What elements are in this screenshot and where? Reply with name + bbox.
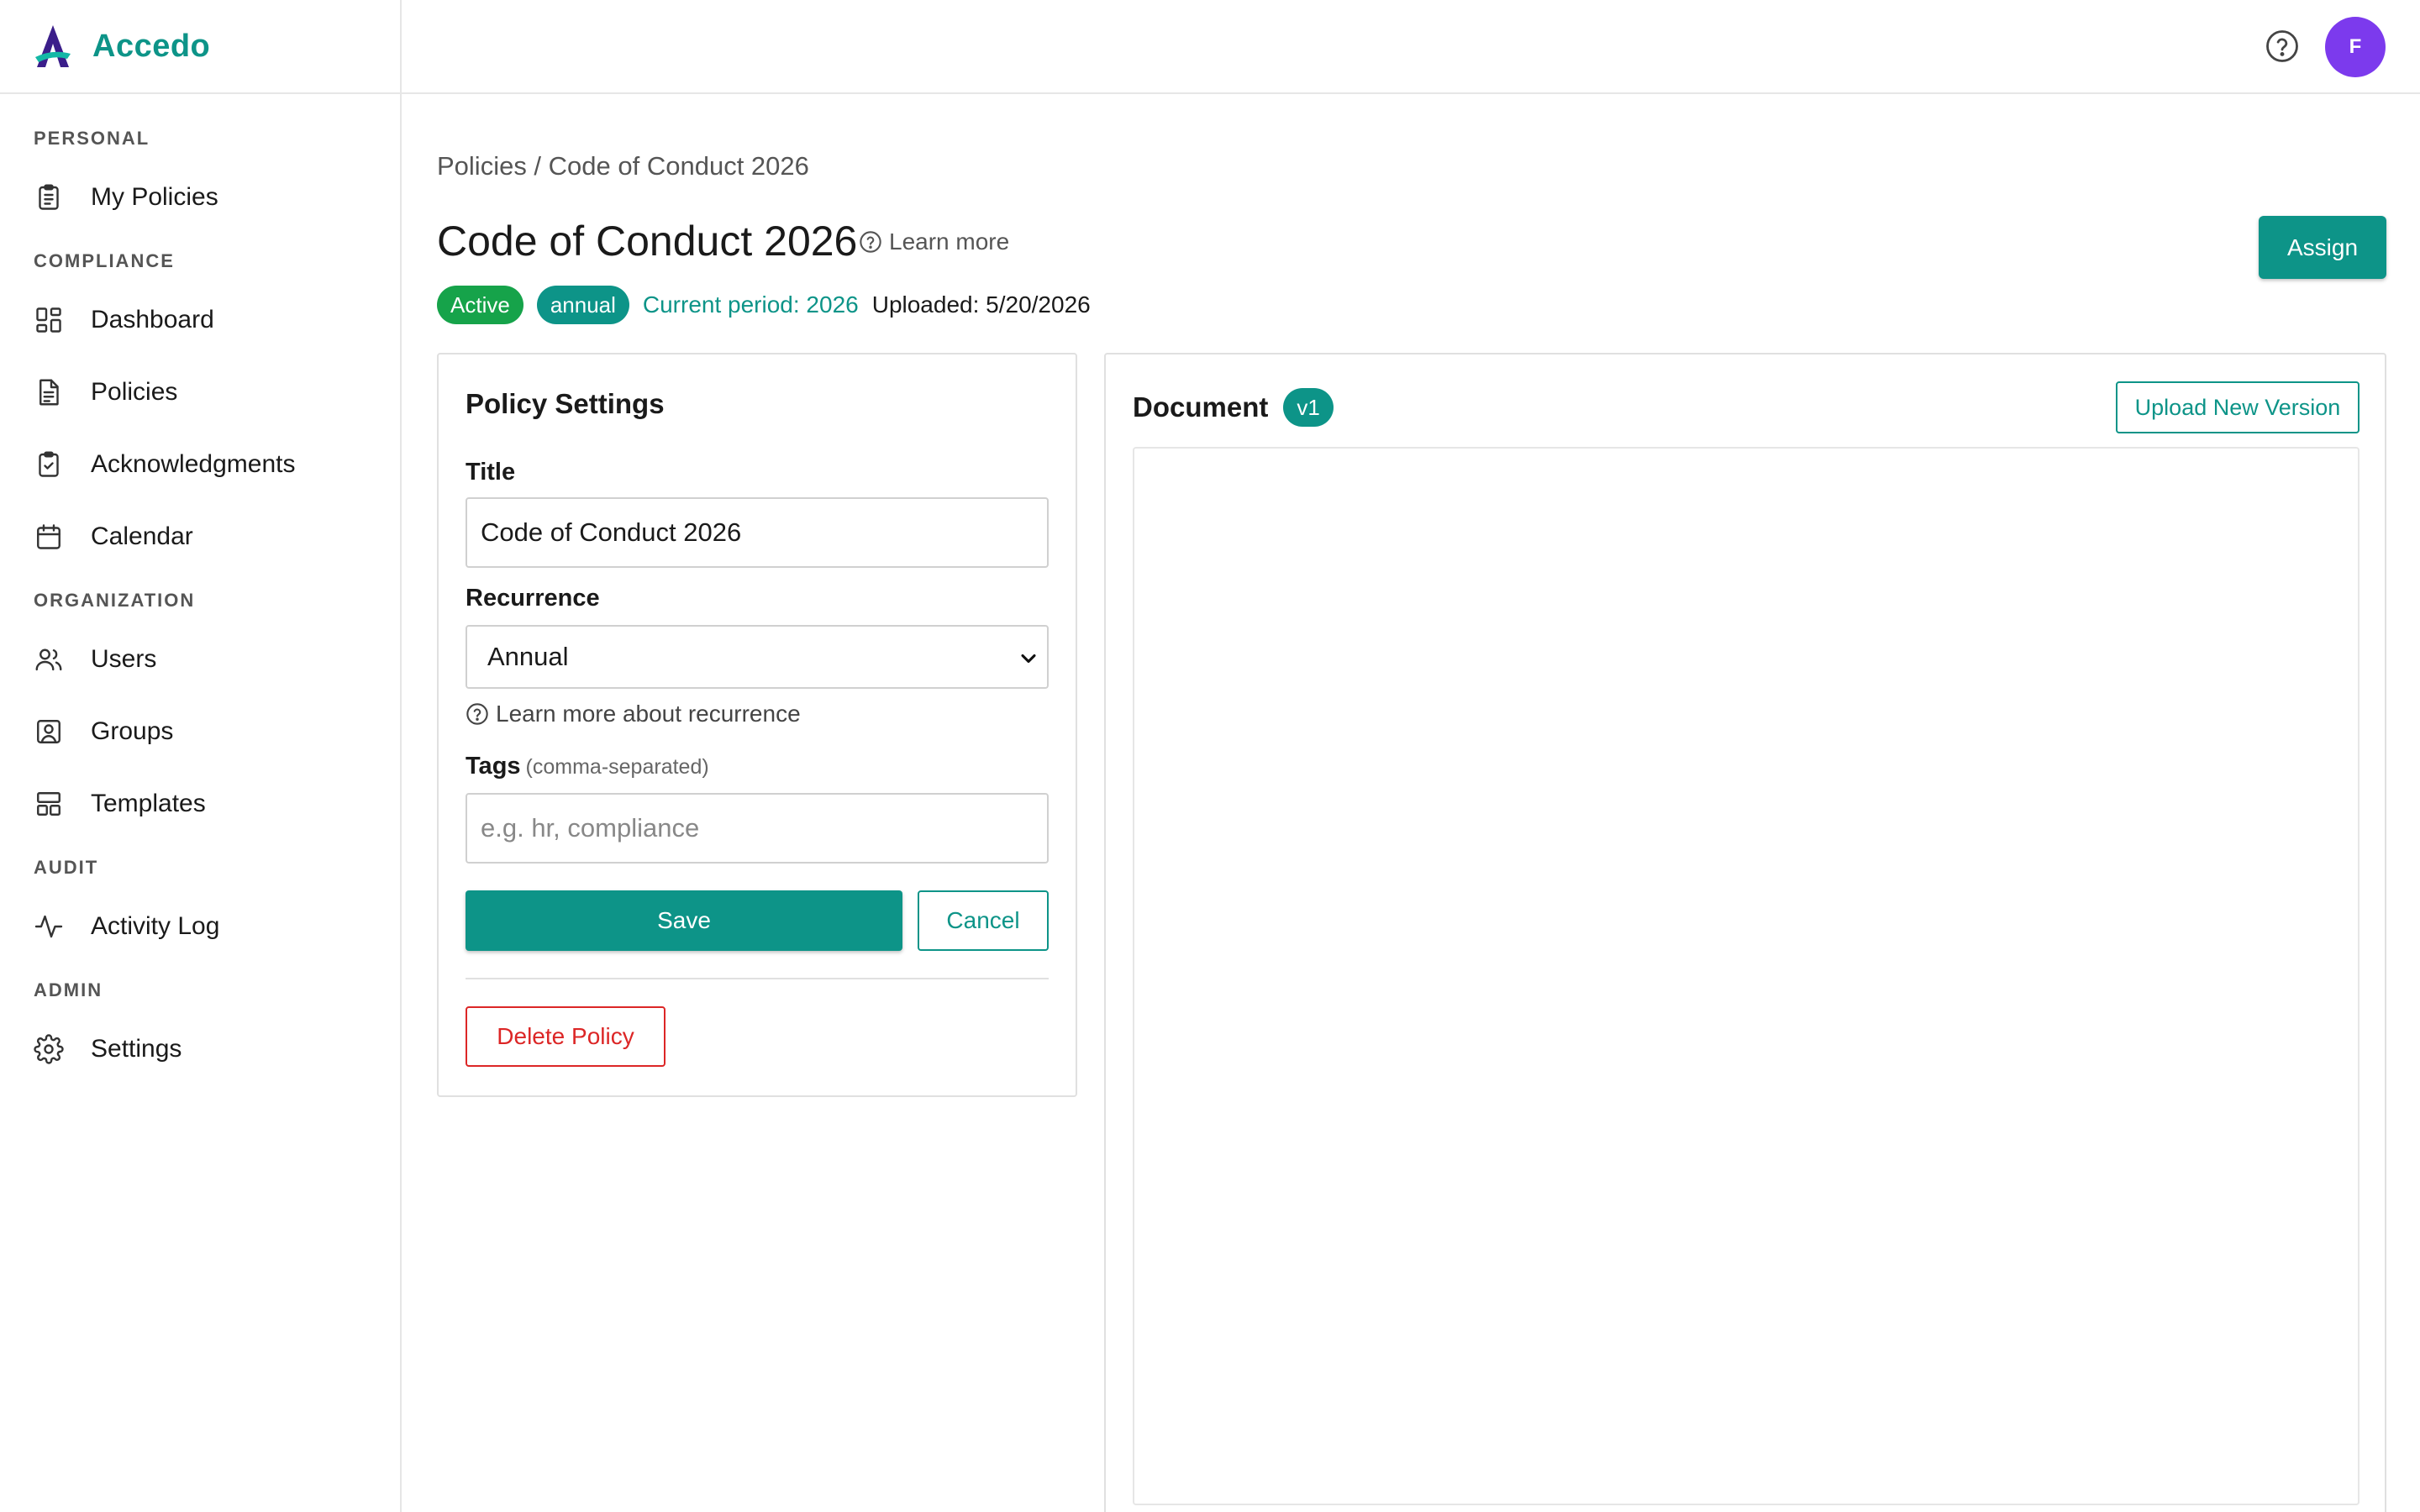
sidebar-item-label: Groups xyxy=(91,717,174,745)
dashboard-icon xyxy=(36,307,61,333)
page-title: Code of Conduct 2026 xyxy=(437,218,858,265)
divider xyxy=(466,978,1049,979)
clipboard-list-icon xyxy=(39,184,59,210)
document-card: Document v1 Upload New Version xyxy=(1104,353,2386,1512)
sidebar-item-label: Templates xyxy=(91,790,206,817)
tags-label: Tags (comma-separated) xyxy=(466,753,709,780)
card-title: Policy Settings xyxy=(466,388,665,419)
sidebar-nav: PERSONAL My Policies COMPLIANCE Dashboar… xyxy=(0,94,400,1085)
gear-icon xyxy=(34,1034,64,1064)
recurrence-value: Annual xyxy=(487,642,569,671)
tags-input[interactable] xyxy=(466,793,1049,864)
recurrence-select[interactable]: Annual xyxy=(466,625,1049,689)
users-icon xyxy=(35,648,62,671)
upload-new-version-button[interactable]: Upload New Version xyxy=(2116,381,2360,433)
activity-icon xyxy=(34,915,63,938)
sidebar-item-groups[interactable]: Groups xyxy=(0,696,400,768)
group-portrait-icon xyxy=(37,720,60,743)
title-label: Title xyxy=(466,459,516,486)
tags-hint: (comma-separated) xyxy=(525,755,709,779)
topbar xyxy=(402,0,2420,94)
section-personal: PERSONAL xyxy=(34,128,150,149)
sidebar-item-policies[interactable]: Policies xyxy=(0,356,400,428)
recurrence-badge: annual xyxy=(536,286,629,324)
document-icon xyxy=(39,379,59,406)
sidebar-item-label: Dashboard xyxy=(91,306,214,333)
document-title: Document xyxy=(1133,391,1269,423)
sidebar-item-label: Policies xyxy=(91,378,178,406)
current-period: Current period: 2026 xyxy=(642,291,859,318)
chevron-down-icon xyxy=(1021,654,1036,664)
brand-name[interactable]: Accedo xyxy=(92,29,210,65)
sidebar-item-my-policies[interactable]: My Policies xyxy=(0,161,400,234)
help-circle-icon xyxy=(466,703,488,725)
accedo-logo xyxy=(35,25,71,67)
version-badge: v1 xyxy=(1283,388,1334,427)
sidebar-item-dashboard[interactable]: Dashboard xyxy=(0,284,400,356)
sidebar-item-calendar[interactable]: Calendar xyxy=(0,501,400,573)
save-button[interactable]: Save xyxy=(466,890,902,951)
document-header: Document v1 xyxy=(1133,388,1334,427)
sidebar-item-label: My Policies xyxy=(91,183,218,211)
uploaded-date: Uploaded: 5/20/2026 xyxy=(871,291,1091,318)
help-circle-icon[interactable] xyxy=(2265,29,2300,64)
cancel-button[interactable]: Cancel xyxy=(918,890,1049,951)
help-circle-icon xyxy=(860,231,881,253)
sidebar-item-label: Activity Log xyxy=(91,912,220,940)
section-admin: ADMIN xyxy=(34,979,103,1000)
sidebar-item-label: Calendar xyxy=(91,522,193,550)
avatar[interactable]: F xyxy=(2325,17,2386,77)
sidebar: Accedo PERSONAL My Policies COMPLIANCE D… xyxy=(0,0,402,1512)
template-icon xyxy=(37,792,60,816)
sidebar-item-acknowledgments[interactable]: Acknowledgments xyxy=(0,428,400,501)
sidebar-item-label: Users xyxy=(91,645,157,673)
recurrence-help-link[interactable]: Learn more about recurrence xyxy=(466,701,801,727)
status-badge: Active xyxy=(437,286,523,324)
document-viewer[interactable] xyxy=(1133,447,2360,1505)
sidebar-item-templates[interactable]: Templates xyxy=(0,768,400,840)
sidebar-item-settings[interactable]: Settings xyxy=(0,1013,400,1085)
policy-settings-card: Policy Settings Title Recurrence Annual … xyxy=(437,353,1077,1097)
breadcrumb: Policies / Code of Conduct 2026 xyxy=(437,151,809,181)
sidebar-item-users[interactable]: Users xyxy=(0,623,400,696)
tags-label-text: Tags xyxy=(466,753,521,780)
section-organization: ORGANIZATION xyxy=(34,590,196,611)
brand-header: Accedo xyxy=(0,0,400,94)
clipboard-check-icon xyxy=(39,451,59,477)
policy-meta: Active annual Current period: 2026 Uploa… xyxy=(437,286,1091,324)
section-compliance: COMPLIANCE xyxy=(34,250,175,271)
section-audit: AUDIT xyxy=(34,857,99,878)
learn-more-link[interactable]: Learn more xyxy=(859,228,1009,255)
calendar-icon xyxy=(37,524,60,549)
avatar-initial: F xyxy=(2349,35,2362,58)
recurrence-help-label: Learn more about recurrence xyxy=(496,701,801,727)
title-input[interactable] xyxy=(466,497,1049,568)
sidebar-item-activity-log[interactable]: Activity Log xyxy=(0,890,400,963)
recurrence-label: Recurrence xyxy=(466,585,600,612)
sidebar-item-label: Acknowledgments xyxy=(91,450,296,478)
delete-policy-button[interactable]: Delete Policy xyxy=(466,1006,666,1067)
assign-button[interactable]: Assign xyxy=(2259,216,2386,279)
sidebar-item-label: Settings xyxy=(91,1035,182,1063)
learn-more-label: Learn more xyxy=(889,228,1010,255)
